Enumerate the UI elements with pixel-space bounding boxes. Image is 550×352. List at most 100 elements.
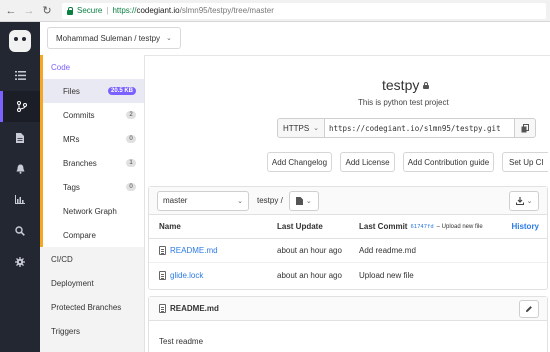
rail-settings-icon[interactable]: [0, 246, 40, 277]
sidebar-item-network-graph[interactable]: Network Graph: [40, 199, 144, 223]
bell-icon: [16, 164, 24, 174]
sidebar-item-label: MRs: [63, 134, 80, 144]
file-name-link[interactable]: glide.lock: [170, 271, 203, 280]
set-up-ci-button[interactable]: Set Up CI: [502, 152, 548, 172]
sidebar-item-tags[interactable]: Tags 0: [40, 175, 144, 199]
clone-protocol-select[interactable]: HTTPS ⌄: [277, 118, 325, 138]
edit-readme-button[interactable]: [519, 299, 539, 318]
table-row[interactable]: glide.lock about an hour ago Upload new …: [149, 263, 547, 287]
chevron-down-icon: ⌄: [526, 197, 533, 205]
readme-header: README.md: [149, 297, 547, 321]
sidebar-item-protected-branches[interactable]: Protected Branches: [40, 295, 144, 319]
sidebar-item-label: Network Graph: [63, 206, 117, 216]
secure-label: Secure: [77, 6, 103, 15]
file-name-cell: glide.lock: [149, 270, 269, 280]
clone-protocol-value: HTTPS: [283, 123, 310, 133]
commits-count-badge: 2: [126, 111, 136, 119]
sidebar-item-cicd[interactable]: CI/CD: [40, 247, 144, 271]
file-icon: [159, 246, 166, 255]
sidebar-item-mrs[interactable]: MRs 0: [40, 127, 144, 151]
sidebar-item-deployment[interactable]: Deployment: [40, 271, 144, 295]
last-commit-message-text: Upload new file: [441, 223, 483, 230]
last-commit-message: – Upload new file: [436, 223, 483, 230]
file-name-link[interactable]: README.md: [170, 246, 218, 255]
file-icon: [295, 196, 303, 205]
git-branch-icon: [16, 101, 27, 112]
sidebar-item-triggers[interactable]: Triggers: [40, 319, 144, 343]
sidebar-item-branches[interactable]: Branches 1: [40, 151, 144, 175]
file-name-cell: README.md: [149, 246, 269, 255]
breadcrumb-repo[interactable]: testpy: [257, 196, 278, 205]
sidebar-item-commits[interactable]: Commits 2: [40, 103, 144, 127]
app-logo[interactable]: [0, 22, 40, 60]
clone-url-group: HTTPS ⌄ https://codegiant.io/slmn95/test…: [277, 118, 536, 138]
forward-arrow-icon[interactable]: →: [22, 4, 36, 18]
sidebar-item-label: Files: [63, 86, 80, 96]
rail-chart-icon[interactable]: [0, 184, 40, 215]
project-selector-label: Mohammad Suleman / testpy: [56, 33, 161, 43]
chevron-down-icon: ⌄: [237, 197, 243, 205]
chevron-down-icon: ⌄: [305, 197, 312, 205]
file-commit-cell[interactable]: Add readme.md: [353, 246, 547, 255]
skull-logo-icon: [9, 30, 31, 52]
repo-description: This is python test project: [358, 98, 449, 107]
code-sidebar: Code Files 20.5 KB Commits 2 MRs 0 Branc…: [40, 55, 145, 352]
sidebar-item-code[interactable]: Code: [40, 55, 144, 79]
last-commit-sha[interactable]: 61747fd: [410, 224, 433, 230]
copy-icon: [521, 123, 529, 132]
branch-select-value: master: [163, 196, 188, 205]
clone-url-input[interactable]: https://codegiant.io/slmn95/testpy.git: [325, 118, 515, 138]
document-icon: [16, 132, 24, 143]
copy-url-button[interactable]: [515, 118, 536, 138]
add-changelog-button[interactable]: Add Changelog: [267, 152, 332, 172]
tags-count-badge: 0: [126, 183, 136, 191]
rail-document-icon[interactable]: [0, 122, 40, 153]
history-link[interactable]: History: [511, 222, 547, 231]
icon-rail: [0, 22, 40, 352]
repo-name: testpy: [382, 77, 420, 93]
history-link-label: History: [511, 222, 539, 231]
list-icon: [14, 71, 26, 80]
address-separator: |: [106, 6, 109, 15]
project-selector[interactable]: Mohammad Suleman / testpy ⌄: [47, 27, 181, 49]
add-file-dropdown[interactable]: ⌄: [288, 190, 319, 211]
back-arrow-icon[interactable]: ←: [4, 4, 18, 18]
reload-icon[interactable]: ↻: [40, 4, 54, 18]
repo-title: testpy: [382, 77, 430, 93]
file-browser-panel: master ⌄ testpy / ⌄ ⌄ Name Last Update L…: [148, 186, 548, 290]
table-row[interactable]: README.md about an hour ago Add readme.m…: [149, 239, 547, 263]
rail-list-icon[interactable]: [0, 60, 40, 91]
secure-lock-icon: [66, 6, 74, 15]
sidebar-item-files[interactable]: Files 20.5 KB: [40, 79, 144, 103]
sidebar-item-label: Branches: [63, 158, 97, 168]
private-lock-icon: [423, 81, 430, 89]
branch-select[interactable]: master ⌄: [157, 190, 249, 211]
rail-code-icon[interactable]: [0, 91, 40, 122]
files-size-badge: 20.5 KB: [107, 87, 136, 95]
chevron-down-icon: ⌄: [166, 35, 172, 42]
column-header-last-commit: Last Commit 61747fd – Upload new file: [353, 222, 511, 231]
sidebar-item-label: Tags: [63, 182, 80, 192]
rail-search-icon[interactable]: [0, 215, 40, 246]
file-commit-cell[interactable]: Upload new file: [353, 271, 547, 280]
readme-panel: README.md Test readme: [148, 296, 548, 352]
file-browser-toolbar: master ⌄ testpy / ⌄ ⌄: [149, 187, 547, 215]
file-updated-cell: about an hour ago: [277, 270, 342, 280]
search-icon: [15, 225, 25, 236]
download-dropdown[interactable]: ⌄: [509, 190, 539, 211]
file-icon: [159, 270, 166, 280]
sidebar-item-label: Commits: [63, 110, 95, 120]
readme-content: Test readme: [159, 337, 204, 346]
sidebar-item-label: Code: [51, 62, 71, 72]
address-bar[interactable]: Secure | https:// codegiant.io /slmn95/t…: [62, 2, 546, 19]
rail-bell-icon[interactable]: [0, 153, 40, 184]
column-header-name: Name: [159, 222, 181, 231]
sidebar-item-label: Protected Branches: [51, 302, 122, 312]
add-contribution-guide-button[interactable]: Add Contribution guide: [403, 152, 494, 172]
url-path: /slmn95/testpy/tree/master: [179, 6, 274, 15]
sidebar-item-compare[interactable]: Compare: [40, 223, 144, 247]
file-table-header: Name Last Update Last Commit 61747fd – U…: [149, 215, 547, 239]
download-icon: [515, 196, 524, 205]
breadcrumb: testpy /: [257, 196, 283, 205]
add-license-button[interactable]: Add License: [340, 152, 395, 172]
